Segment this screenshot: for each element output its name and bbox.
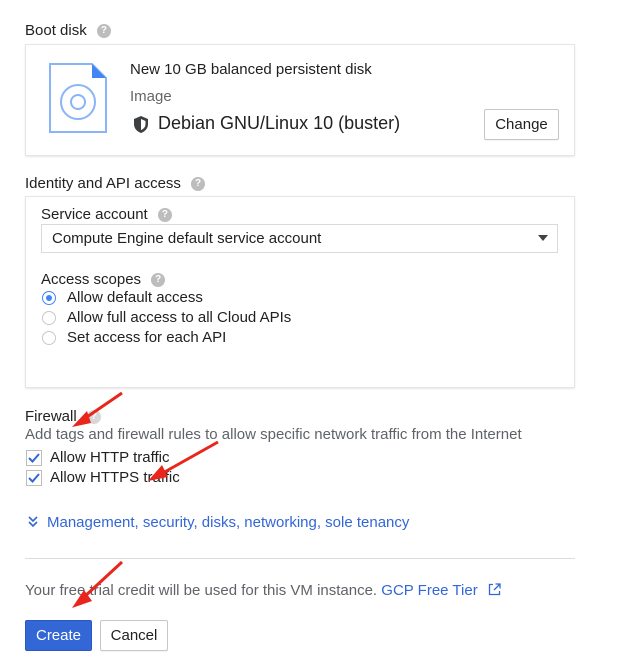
disk-title: New 10 GB balanced persistent disk (130, 61, 372, 78)
gcp-free-tier-link[interactable]: GCP Free Tier (381, 582, 477, 599)
credit-text: Your free trial credit will be used for … (25, 582, 378, 599)
radio-set-each-api[interactable] (42, 331, 56, 345)
help-icon[interactable]: ? (157, 208, 172, 223)
disk-subtitle: Image (130, 88, 172, 105)
help-icon[interactable]: ? (86, 410, 101, 425)
identity-label: Identity and API access (25, 175, 181, 192)
radio-label: Allow full access to all Cloud APIs (67, 309, 292, 326)
radio-allow-default[interactable] (42, 291, 56, 305)
management-link[interactable]: Management, security, disks, networking,… (47, 514, 409, 531)
firewall-description: Add tags and firewall rules to allow spe… (25, 426, 522, 443)
cancel-button[interactable]: Cancel (100, 620, 168, 651)
access-scopes-label: Access scopes (41, 271, 142, 288)
http-checkbox[interactable] (26, 450, 42, 466)
help-icon[interactable]: ? (191, 177, 206, 192)
service-account-value: Compute Engine default service account (52, 230, 322, 247)
firewall-heading: Firewall ? (25, 408, 101, 425)
credit-notice: Your free trial credit will be used for … (25, 582, 501, 599)
external-link-icon[interactable] (488, 583, 501, 596)
divider (25, 558, 575, 559)
help-icon[interactable]: ? (96, 24, 111, 39)
service-account-heading: Service account ? (41, 206, 172, 223)
https-label: Allow HTTPS traffic (50, 469, 180, 486)
identity-heading: Identity and API access ? (25, 175, 206, 192)
create-button[interactable]: Create (25, 620, 92, 651)
firewall-label: Firewall (25, 408, 77, 425)
change-button[interactable]: Change (484, 109, 559, 140)
help-icon[interactable]: ? (151, 273, 166, 288)
radio-label: Set access for each API (67, 329, 227, 346)
boot-disk-label: Boot disk (25, 22, 87, 39)
double-chevron-down-icon (28, 516, 38, 528)
radio-full-access[interactable] (42, 311, 56, 325)
boot-disk-heading: Boot disk ? (25, 22, 111, 39)
service-account-select[interactable]: Compute Engine default service account (41, 224, 558, 253)
dropdown-arrow-icon (538, 235, 548, 241)
service-account-label: Service account (41, 206, 148, 223)
identity-card: Service account ? Compute Engine default… (26, 197, 574, 387)
disk-file-icon (49, 63, 107, 133)
boot-disk-card: New 10 GB balanced persistent disk Image… (26, 45, 574, 155)
https-checkbox[interactable] (26, 470, 42, 486)
access-scopes-heading: Access scopes ? (41, 271, 166, 288)
disk-image-name: Debian GNU/Linux 10 (buster) (158, 113, 401, 133)
http-label: Allow HTTP traffic (50, 449, 170, 466)
radio-label: Allow default access (67, 289, 203, 306)
shield-icon (134, 116, 148, 133)
